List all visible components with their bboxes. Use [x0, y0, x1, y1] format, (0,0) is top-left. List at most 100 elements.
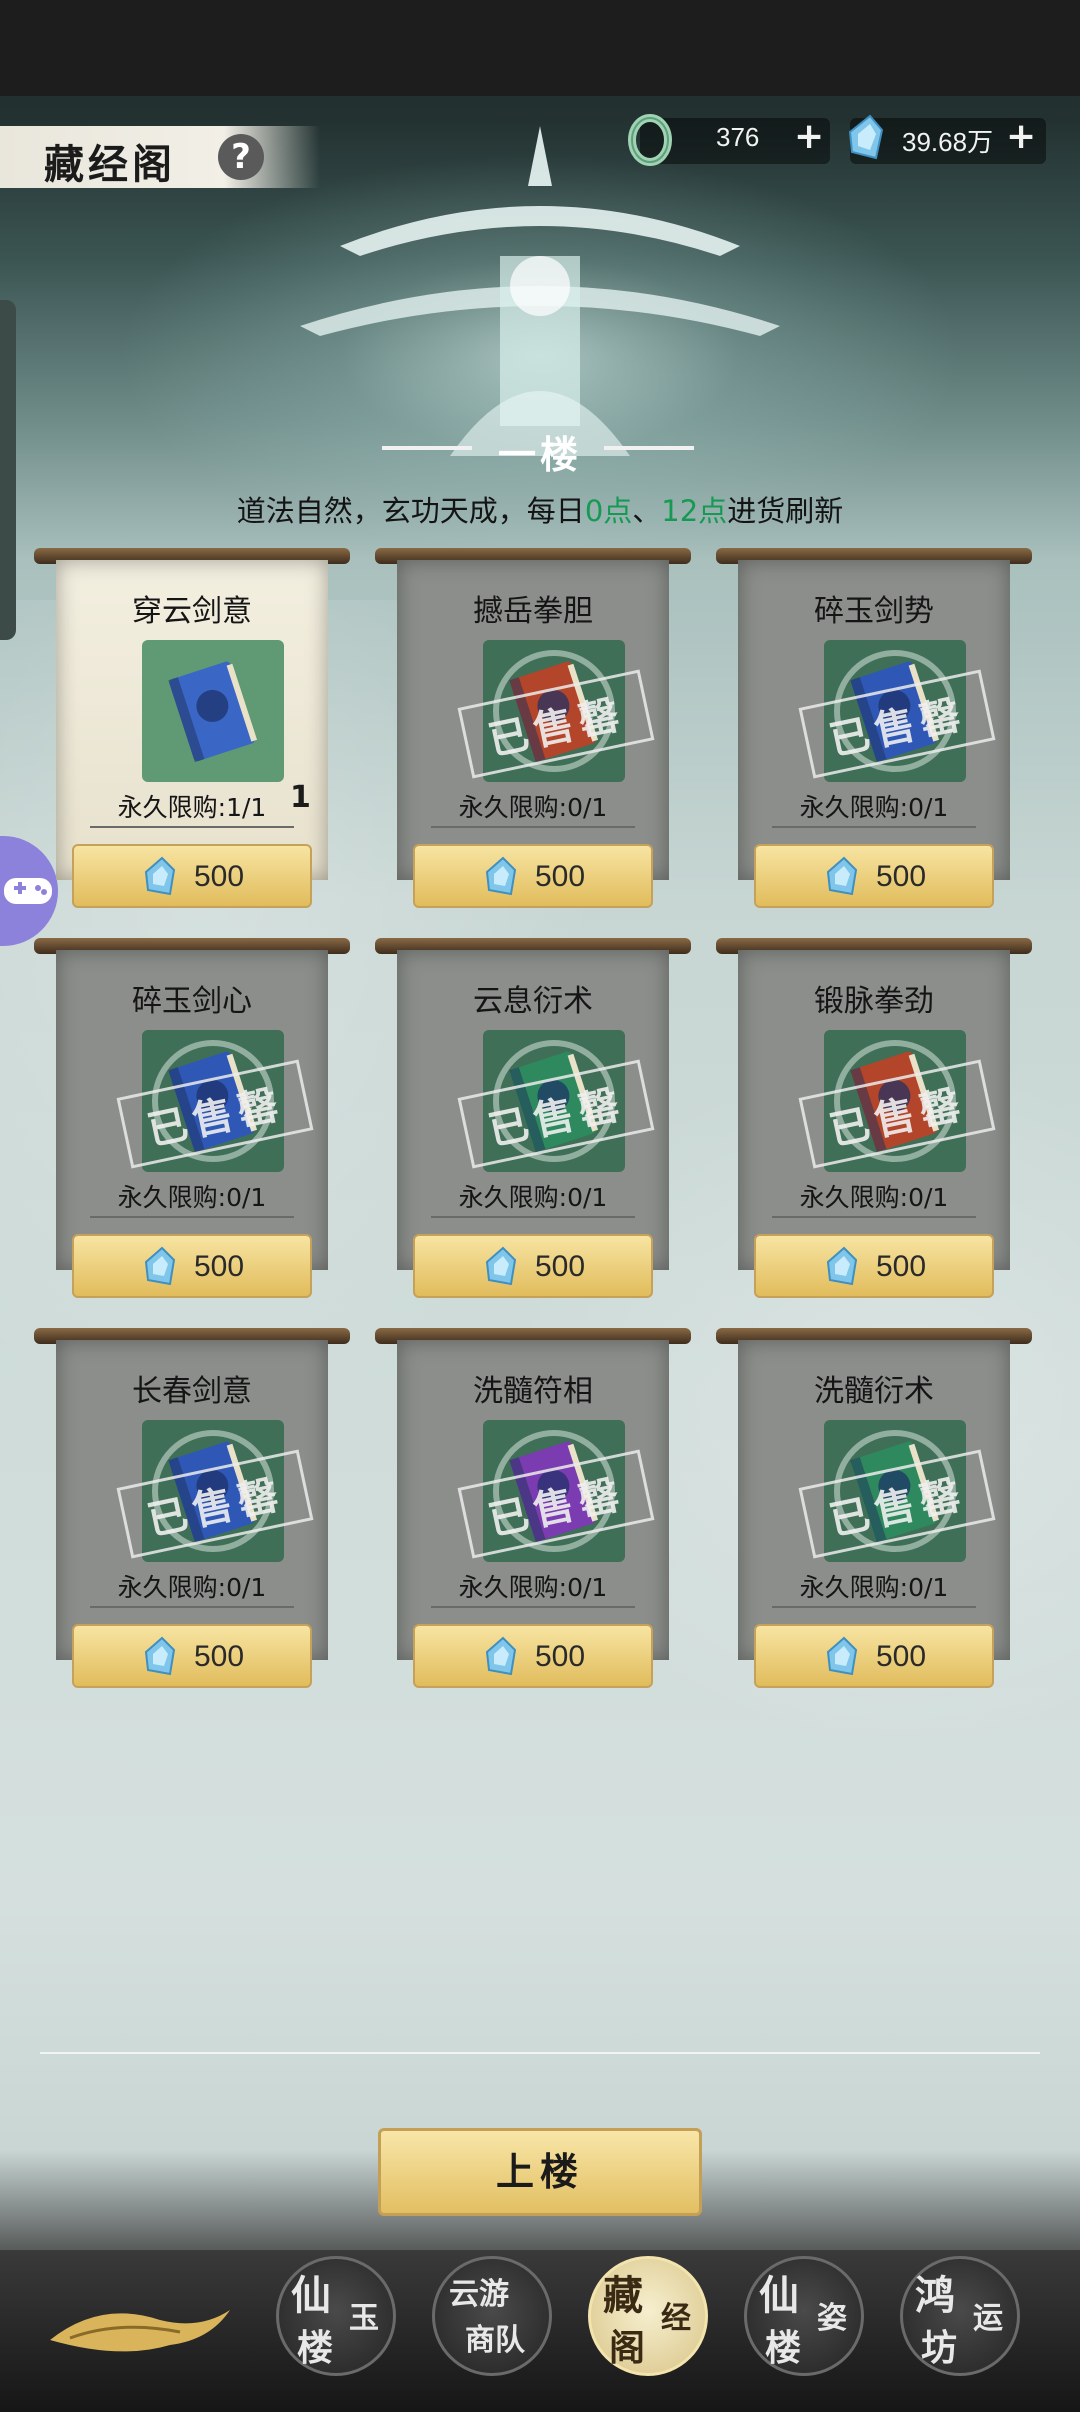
- item-name: 碎玉剑势: [814, 594, 934, 629]
- buy-button[interactable]: 500: [72, 1624, 312, 1688]
- item-price: 500: [535, 1250, 586, 1283]
- floor-decoration-right: [604, 446, 694, 450]
- buy-button[interactable]: 500: [413, 1234, 653, 1298]
- buy-button[interactable]: 500: [413, 844, 653, 908]
- spirit-crystal-icon: [848, 114, 884, 160]
- card-divider: [90, 1606, 294, 1608]
- spirit-crystal-icon: [144, 1246, 176, 1286]
- item-name: 长春剑意: [132, 1374, 252, 1409]
- nav-label-bottom: 商队: [465, 2323, 525, 2358]
- card-divider: [90, 1216, 294, 1218]
- nav-label-sub: 阁: [609, 2327, 646, 2369]
- card-divider: [772, 826, 976, 828]
- nav-item-1[interactable]: 云游 商队: [432, 2256, 552, 2376]
- shop-item-card[interactable]: 穿云剑意 1 永久限购:1/1 500: [34, 548, 350, 908]
- skill-book-icon: [142, 640, 284, 782]
- dragon-emblem-icon: [50, 2310, 230, 2352]
- crystal-amount: 39.68万: [902, 127, 994, 157]
- item-name: 洗髓衍术: [814, 1374, 934, 1409]
- jade-amount: 376: [716, 122, 760, 152]
- nav-label-sub: 楼: [297, 2327, 334, 2369]
- purchase-limit: 永久限购:0/1: [458, 1573, 608, 1602]
- divider-line: [40, 2052, 1040, 2054]
- shop-item-card[interactable]: 洗髓衍术 永久限购:0/1 500 已售罄: [716, 1328, 1032, 1688]
- nav-item-0[interactable]: 仙 玉 楼: [276, 2256, 396, 2376]
- spirit-crystal-icon: [485, 1636, 517, 1676]
- card-divider: [772, 1606, 976, 1608]
- item-name: 撼岳拳胆: [473, 594, 593, 629]
- nav-item-2[interactable]: 藏 经 阁: [588, 2256, 708, 2376]
- buy-button[interactable]: 500: [754, 844, 994, 908]
- item-price: 500: [194, 1250, 245, 1283]
- add-jade-button[interactable]: +: [794, 116, 824, 157]
- buy-button[interactable]: 500: [72, 844, 312, 908]
- pavilion-illustration: [300, 126, 780, 456]
- nav-label-top: 云游: [449, 2277, 509, 2312]
- buy-button[interactable]: 500: [413, 1624, 653, 1688]
- item-name: 穿云剑意: [132, 594, 252, 629]
- spirit-crystal-icon: [144, 856, 176, 896]
- page-title: 藏经阁: [44, 141, 176, 188]
- shop-item-card[interactable]: 锻脉拳劲 永久限购:0/1 500 已售罄: [716, 938, 1032, 1298]
- status-bar: [0, 0, 1080, 96]
- floor-title: 一楼: [497, 432, 582, 477]
- spirit-crystal-icon: [485, 1246, 517, 1286]
- refresh-notice: 道法自然，玄功天成，每日0点、12点进货刷新: [236, 494, 844, 528]
- spirit-crystal-icon: [485, 856, 517, 896]
- item-name: 云息衍术: [473, 984, 593, 1019]
- item-name: 洗髓符相: [473, 1374, 593, 1409]
- nav-label-side: 玉: [349, 2301, 379, 2336]
- nav-item-3[interactable]: 仙 姿 楼: [744, 2256, 864, 2376]
- add-crystal-button[interactable]: +: [1006, 116, 1036, 157]
- spirit-crystal-icon: [826, 1636, 858, 1676]
- help-button[interactable]: ?: [218, 134, 264, 180]
- item-name: 锻脉拳劲: [814, 984, 934, 1019]
- nav-label-sub: 楼: [765, 2327, 802, 2369]
- nav-item-4[interactable]: 鸿 运 坊: [900, 2256, 1020, 2376]
- card-divider: [431, 1216, 635, 1218]
- nav-label-side: 经: [661, 2301, 691, 2336]
- nav-label-main: 仙: [759, 2272, 799, 2319]
- item-price: 500: [876, 1250, 927, 1283]
- item-price: 500: [876, 860, 927, 893]
- item-price: 500: [194, 860, 245, 893]
- spirit-crystal-icon: [826, 856, 858, 896]
- spirit-crystal-icon: [144, 1636, 176, 1676]
- purchase-limit: 永久限购:0/1: [458, 1183, 608, 1212]
- card-divider: [772, 1216, 976, 1218]
- purchase-limit: 永久限购:0/1: [117, 1183, 267, 1212]
- item-price: 500: [535, 1640, 586, 1673]
- item-name: 碎玉剑心: [132, 984, 252, 1019]
- purchase-limit: 永久限购:0/1: [799, 1183, 949, 1212]
- shop-item-card[interactable]: 碎玉剑势 永久限购:0/1 500 已售罄: [716, 548, 1032, 908]
- nav-label-side: 姿: [817, 2301, 847, 2336]
- buy-button[interactable]: 500: [72, 1234, 312, 1298]
- item-price: 500: [194, 1640, 245, 1673]
- purchase-limit: 永久限购:0/1: [117, 1573, 267, 1602]
- go-upstairs-button[interactable]: 上楼: [378, 2128, 702, 2216]
- shop-item-card[interactable]: 撼岳拳胆 永久限购:0/1 500 已售罄: [375, 548, 691, 908]
- purchase-limit: 永久限购:0/1: [799, 1573, 949, 1602]
- side-drawer-handle[interactable]: [0, 300, 16, 640]
- nav-label-main: 仙: [291, 2272, 331, 2319]
- shop-item-card[interactable]: 洗髓符相 永久限购:0/1 500 已售罄: [375, 1328, 691, 1688]
- card-divider: [431, 1606, 635, 1608]
- buy-button[interactable]: 500: [754, 1624, 994, 1688]
- jade-ring-icon: [628, 114, 672, 166]
- purchase-limit: 永久限购:0/1: [799, 793, 949, 822]
- nav-label-sub: 坊: [921, 2327, 958, 2369]
- nav-label-main: 鸿: [915, 2272, 955, 2319]
- card-divider: [90, 826, 294, 828]
- shop-item-card[interactable]: 长春剑意 永久限购:0/1 500 已售罄: [34, 1328, 350, 1688]
- nav-label-side: 运: [973, 2301, 1003, 2336]
- shop-item-card[interactable]: 碎玉剑心 永久限购:0/1 500 已售罄: [34, 938, 350, 1298]
- purchase-limit: 永久限购:0/1: [458, 793, 608, 822]
- shop-item-card[interactable]: 云息衍术 永久限购:0/1 500 已售罄: [375, 938, 691, 1298]
- spirit-crystal-icon: [826, 1246, 858, 1286]
- nav-label-main: 藏: [603, 2272, 643, 2319]
- card-divider: [431, 826, 635, 828]
- item-price: 500: [535, 860, 586, 893]
- item-price: 500: [876, 1640, 927, 1673]
- buy-button[interactable]: 500: [754, 1234, 994, 1298]
- purchase-limit: 永久限购:1/1: [117, 793, 267, 822]
